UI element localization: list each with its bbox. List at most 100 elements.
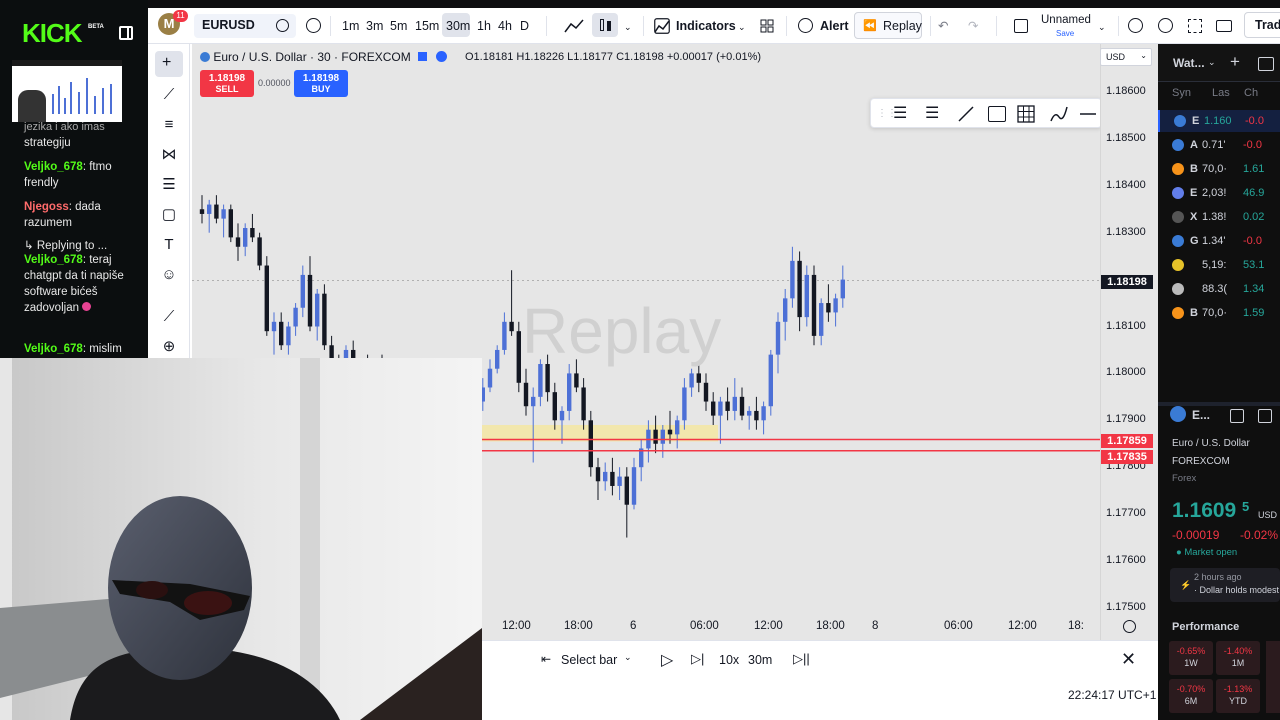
- shapes-icon[interactable]: ▢: [160, 206, 178, 224]
- watchlist-row[interactable]: 5,19: 53.1: [1158, 254, 1280, 276]
- stream-thumbnail[interactable]: [12, 60, 122, 122]
- select-bar-dropdown-icon[interactable]: ⌄: [624, 652, 632, 663]
- quick-search-icon[interactable]: [1128, 18, 1143, 33]
- trendline-icon[interactable]: ⟋: [160, 86, 178, 104]
- brush-tool-icon[interactable]: [1049, 105, 1069, 123]
- timeframe-1m[interactable]: 1m: [342, 17, 359, 35]
- interval-button[interactable]: 30m: [748, 653, 772, 667]
- bookmark-icon[interactable]: [418, 52, 428, 61]
- text-tool-icon[interactable]: T: [160, 236, 178, 254]
- layout-icon[interactable]: [1014, 19, 1028, 33]
- zoom-icon[interactable]: ⊕: [160, 338, 178, 356]
- symbol-icon: [1172, 211, 1184, 223]
- add-symbol-icon[interactable]: [306, 18, 321, 33]
- col-symbol[interactable]: Syn: [1172, 87, 1191, 99]
- jump-to-realtime-icon[interactable]: ▷||: [793, 651, 810, 667]
- settings-gear-icon[interactable]: [1158, 18, 1173, 33]
- timeframe-30m[interactable]: 30m: [446, 17, 470, 35]
- axis-settings-icon[interactable]: [1123, 620, 1136, 633]
- watchlist-layout-icon[interactable]: [1258, 57, 1274, 71]
- sell-button[interactable]: 1.18198 SELL: [200, 70, 254, 97]
- col-last[interactable]: Las: [1212, 87, 1230, 99]
- buy-button[interactable]: 1.18198 BUY: [294, 70, 348, 97]
- watchlist-title[interactable]: Wat...: [1173, 56, 1205, 70]
- prediction-icon[interactable]: ☰: [160, 176, 178, 194]
- alert-button[interactable]: Alert: [820, 17, 848, 35]
- collapse-sidebar-icon[interactable]: [119, 26, 133, 40]
- news-card[interactable]: ⚡ 2 hours ago · Dollar holds modest gain…: [1170, 568, 1280, 602]
- symbol-icon: [1172, 163, 1184, 175]
- trendline-tool-icon[interactable]: [957, 105, 975, 123]
- grid-tool-icon[interactable]: [1017, 105, 1035, 123]
- watchlist-change: 53.1: [1243, 259, 1265, 271]
- watchlist-row[interactable]: X 1.38! 0.02: [1158, 206, 1280, 228]
- add-symbol-plus-icon[interactable]: +: [1230, 52, 1240, 72]
- indicators-icon[interactable]: [654, 18, 670, 34]
- candle-body: [487, 368, 493, 388]
- crosshair-tool[interactable]: +: [155, 51, 183, 77]
- chat-username[interactable]: Veljko_678: [24, 254, 83, 266]
- timeframe-1h[interactable]: 1h: [477, 17, 491, 35]
- step-forward-icon[interactable]: ▷|: [691, 651, 704, 667]
- pattern-icon[interactable]: ⋈: [160, 146, 178, 164]
- watchlist-row[interactable]: B 70,0· 1.59: [1158, 302, 1280, 324]
- symbol-search[interactable]: EURUSD: [194, 14, 296, 38]
- timeframe-D[interactable]: D: [520, 17, 529, 35]
- emoji-tool-icon[interactable]: ☺: [160, 266, 178, 284]
- compare-icon[interactable]: [276, 19, 289, 32]
- trade-button[interactable]: Trade: [1244, 12, 1280, 38]
- close-replay-icon[interactable]: ✕: [1121, 649, 1136, 670]
- timeframe-15m[interactable]: 15m: [415, 17, 439, 35]
- timeframe-4h[interactable]: 4h: [498, 17, 512, 35]
- line-chart-icon[interactable]: [564, 18, 584, 34]
- col-change[interactable]: Ch: [1244, 87, 1258, 99]
- play-icon[interactable]: ▷: [661, 650, 673, 670]
- candle-body: [574, 373, 579, 388]
- candle-body: [761, 406, 766, 421]
- timeframe-5m[interactable]: 5m: [390, 17, 407, 35]
- watchlist-row[interactable]: E 2,03! 46.9: [1158, 182, 1280, 204]
- symbol-icon: [1172, 187, 1184, 199]
- kick-logo[interactable]: KICK: [22, 18, 83, 48]
- chart-title[interactable]: Euro / U.S. Dollar · 30 · FOREXCOM: [213, 50, 410, 64]
- watchlist-row[interactable]: B 70,0· 1.61: [1158, 158, 1280, 180]
- chart-type-dropdown-icon[interactable]: ⌄: [624, 18, 632, 36]
- horizontal-line-tool-icon[interactable]: [1079, 105, 1097, 123]
- watchlist-row[interactable]: E 1.160 -0.0: [1158, 110, 1280, 132]
- indicators-dropdown-icon[interactable]: ⌄: [738, 18, 746, 36]
- time-readout[interactable]: 22:24:17 UTC+1: [1068, 688, 1156, 702]
- watchlist-dropdown-icon[interactable]: ⌄: [1208, 57, 1216, 68]
- replay-button[interactable]: ⏪ Replay: [854, 12, 922, 39]
- chat-username[interactable]: Njegoss: [24, 201, 69, 213]
- chat-username[interactable]: Veljko_678: [24, 343, 83, 355]
- rectangle-tool-icon[interactable]: [988, 106, 1006, 122]
- alert-icon[interactable]: [798, 18, 813, 33]
- watchlist-row[interactable]: 88.3(1.34: [1158, 278, 1280, 300]
- watchlist-row[interactable]: A 0.71' -0.0: [1158, 134, 1280, 156]
- layout-save[interactable]: Save: [1056, 25, 1074, 43]
- timeframe-3m[interactable]: 3m: [366, 17, 383, 35]
- select-bar-button[interactable]: Select bar: [561, 653, 617, 667]
- indicators-button[interactable]: Indicators: [676, 17, 736, 35]
- candles-icon[interactable]: [592, 13, 618, 37]
- fib-retracement-icon[interactable]: ≡: [160, 116, 178, 134]
- undo-icon[interactable]: ↶: [938, 17, 948, 35]
- candle-body: [610, 471, 615, 486]
- watchlist-row[interactable]: G 1.34' -0.0: [1158, 230, 1280, 252]
- speed-button[interactable]: 10x: [719, 653, 739, 667]
- ruler-icon[interactable]: ⟋: [160, 308, 178, 326]
- chat-username[interactable]: Veljko_678: [24, 161, 83, 173]
- watchlist-last: 88.3(: [1202, 283, 1228, 295]
- currency-select[interactable]: USD ⌄: [1100, 48, 1152, 66]
- layouts-icon[interactable]: [760, 19, 774, 33]
- settings-alt-icon[interactable]: ☰: [925, 106, 939, 122]
- fullscreen-icon[interactable]: [1188, 19, 1202, 33]
- detail-name[interactable]: Euro / U.S. Dollar: [1172, 438, 1250, 449]
- camera-icon[interactable]: [1216, 20, 1232, 32]
- redo-icon[interactable]: ↷: [968, 17, 978, 35]
- settings-lines-icon[interactable]: ☰: [893, 106, 907, 122]
- layout-dropdown-icon[interactable]: ⌄: [1098, 18, 1106, 36]
- detail-symbol[interactable]: E...: [1192, 408, 1210, 422]
- detail-grid-icon[interactable]: [1230, 409, 1244, 423]
- detail-edit-icon[interactable]: [1258, 409, 1272, 423]
